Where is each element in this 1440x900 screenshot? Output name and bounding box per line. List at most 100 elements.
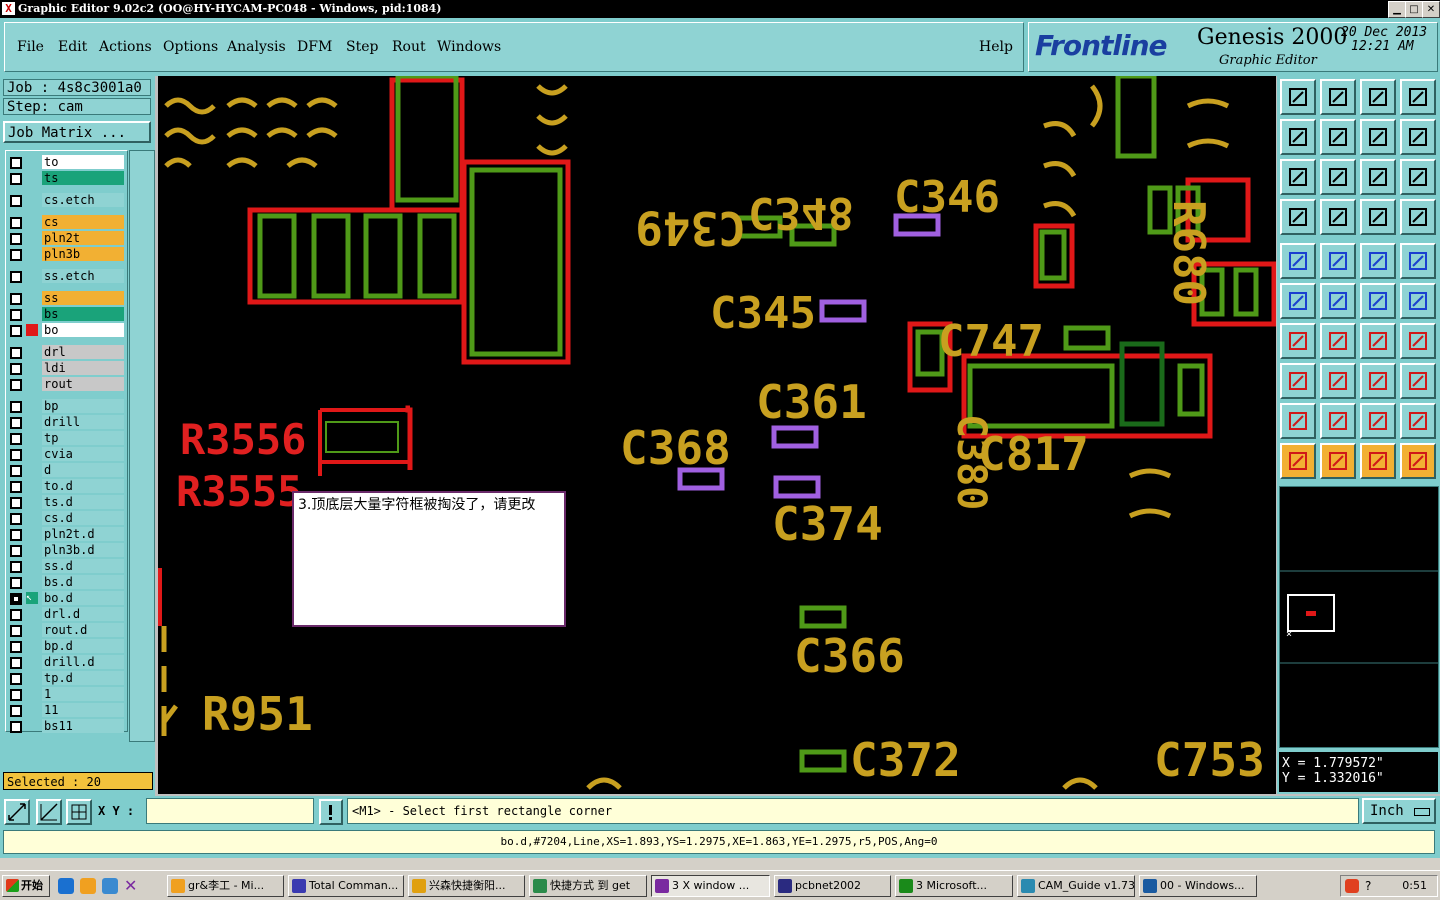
layer-checkbox[interactable]: [10, 433, 22, 445]
layer-row[interactable]: drl.d: [8, 607, 126, 621]
polygon-fill-icon[interactable]: [1360, 403, 1396, 439]
layer-checkbox[interactable]: [10, 379, 22, 391]
pan-left-icon[interactable]: [1280, 119, 1316, 155]
xwindow-icon[interactable]: ✕: [124, 878, 140, 894]
layer-row[interactable]: pln2t: [8, 231, 126, 245]
menu-edit[interactable]: Edit: [58, 39, 87, 55]
layer-checkbox[interactable]: [10, 545, 22, 557]
layer-name[interactable]: ldi: [42, 361, 124, 375]
polygon-cut-icon[interactable]: [1400, 403, 1436, 439]
layer-name[interactable]: drill.d: [42, 655, 124, 669]
layer-name[interactable]: pln2t.d: [42, 527, 124, 541]
menu-actions[interactable]: Actions: [99, 39, 152, 55]
layer-row[interactable]: cs.d: [8, 511, 126, 525]
layer-row[interactable]: rout: [8, 377, 126, 391]
snap-off-icon[interactable]: [4, 799, 30, 825]
taskbar-button[interactable]: gr&李工 - Mi...: [167, 875, 284, 897]
layer-checkbox[interactable]: [10, 325, 22, 337]
menu-step[interactable]: Step: [346, 39, 378, 55]
layer-checkbox[interactable]: [10, 293, 22, 305]
layer-name[interactable]: to.d: [42, 479, 124, 493]
select-icon[interactable]: [1320, 443, 1356, 479]
layer-name[interactable]: cvia: [42, 447, 124, 461]
layer-name[interactable]: pln2t: [42, 231, 124, 245]
ie-icon[interactable]: [58, 878, 74, 894]
layer-row[interactable]: cvia: [8, 447, 126, 461]
grid-icon[interactable]: [1320, 199, 1356, 235]
layer-checkbox[interactable]: [10, 233, 22, 245]
menu-windows[interactable]: Windows: [437, 39, 501, 55]
ruler-icon[interactable]: [1360, 243, 1396, 279]
layer-checkbox[interactable]: [10, 363, 22, 375]
layer-row[interactable]: tp: [8, 431, 126, 445]
layer-checkbox[interactable]: [10, 449, 22, 461]
layer-name[interactable]: tp.d: [42, 671, 124, 685]
layer-name[interactable]: cs: [42, 215, 124, 229]
layer-row[interactable]: to: [8, 155, 126, 169]
polygon-icon[interactable]: [1280, 403, 1316, 439]
snap-grid-icon[interactable]: [36, 799, 62, 825]
mirror-icon[interactable]: [1400, 323, 1436, 359]
layer-name[interactable]: 11: [42, 703, 124, 717]
affected-marker-icon[interactable]: [26, 324, 38, 336]
help-icon[interactable]: ?: [1365, 879, 1371, 893]
layer-checkbox[interactable]: [10, 593, 22, 605]
layer-name[interactable]: ts: [42, 171, 124, 185]
layer-name[interactable]: cs.d: [42, 511, 124, 525]
close-button[interactable]: ✕: [1422, 1, 1440, 18]
layer-checkbox[interactable]: [10, 417, 22, 429]
pointer-icon[interactable]: [1280, 443, 1316, 479]
layer-name[interactable]: bs.d: [42, 575, 124, 589]
measure-icon[interactable]: [1360, 363, 1396, 399]
layer-row[interactable]: pln3b.d: [8, 543, 126, 557]
layer-checkbox[interactable]: [10, 481, 22, 493]
layer-row[interactable]: bs11: [8, 719, 126, 733]
delete-icon[interactable]: [1320, 283, 1356, 319]
start-button[interactable]: 开始: [2, 875, 50, 897]
home-icon[interactable]: [1360, 79, 1396, 115]
menu-analysis[interactable]: Analysis: [227, 39, 286, 55]
snap-alt-icon[interactable]: [1400, 199, 1436, 235]
layer-row[interactable]: to.d: [8, 479, 126, 493]
layer-row[interactable]: pln2t.d: [8, 527, 126, 541]
layer-name[interactable]: ss.etch: [42, 269, 124, 283]
taskbar-button[interactable]: 兴森快捷衡阳...: [408, 875, 525, 897]
layer-row[interactable]: bp.d: [8, 639, 126, 653]
layer-name[interactable]: pln3b.d: [42, 543, 124, 557]
layer-checkbox[interactable]: [10, 401, 22, 413]
layer-name[interactable]: d: [42, 463, 124, 477]
layer-row[interactable]: d: [8, 463, 126, 477]
layer-row[interactable]: ts.d: [8, 495, 126, 509]
zoom-back-icon[interactable]: [1400, 119, 1436, 155]
layer-name[interactable]: rout: [42, 377, 124, 391]
point-icon[interactable]: [1280, 363, 1316, 399]
group-icon[interactable]: [1400, 363, 1436, 399]
layer-name[interactable]: bp: [42, 399, 124, 413]
connect-icon[interactable]: [1280, 283, 1316, 319]
layer-row[interactable]: bs: [8, 307, 126, 321]
layer-row[interactable]: ts: [8, 171, 126, 185]
select-alt-icon[interactable]: [1360, 443, 1396, 479]
layer-checkbox[interactable]: [10, 195, 22, 207]
layer-name[interactable]: bs: [42, 307, 124, 321]
layer-name[interactable]: ss: [42, 291, 124, 305]
menu-options[interactable]: Options: [163, 39, 218, 55]
job-matrix-button[interactable]: Job Matrix ...: [3, 121, 151, 143]
taskbar-button[interactable]: 00 - Windows...: [1139, 875, 1257, 897]
taskbar-button[interactable]: 快捷方式 到 get: [529, 875, 647, 897]
layer-name[interactable]: ss.d: [42, 559, 124, 573]
layer-row[interactable]: cs: [8, 215, 126, 229]
polygon-alt-icon[interactable]: [1320, 403, 1356, 439]
units-selector[interactable]: Inch: [1362, 798, 1436, 824]
layer-checkbox[interactable]: [10, 271, 22, 283]
layer-name[interactable]: to: [42, 155, 124, 169]
zoom-extents-icon[interactable]: [1280, 159, 1316, 195]
snap-icon[interactable]: [1360, 199, 1396, 235]
layer-name[interactable]: pln3b: [42, 247, 124, 261]
menu-help[interactable]: Help: [979, 39, 1013, 55]
maximize-button[interactable]: □: [1405, 1, 1423, 18]
layer-list-scrollbar[interactable]: [129, 150, 155, 742]
layer-row[interactable]: bp: [8, 399, 126, 413]
layer-checkbox[interactable]: [10, 673, 22, 685]
zoom-fit-icon[interactable]: [1360, 119, 1396, 155]
